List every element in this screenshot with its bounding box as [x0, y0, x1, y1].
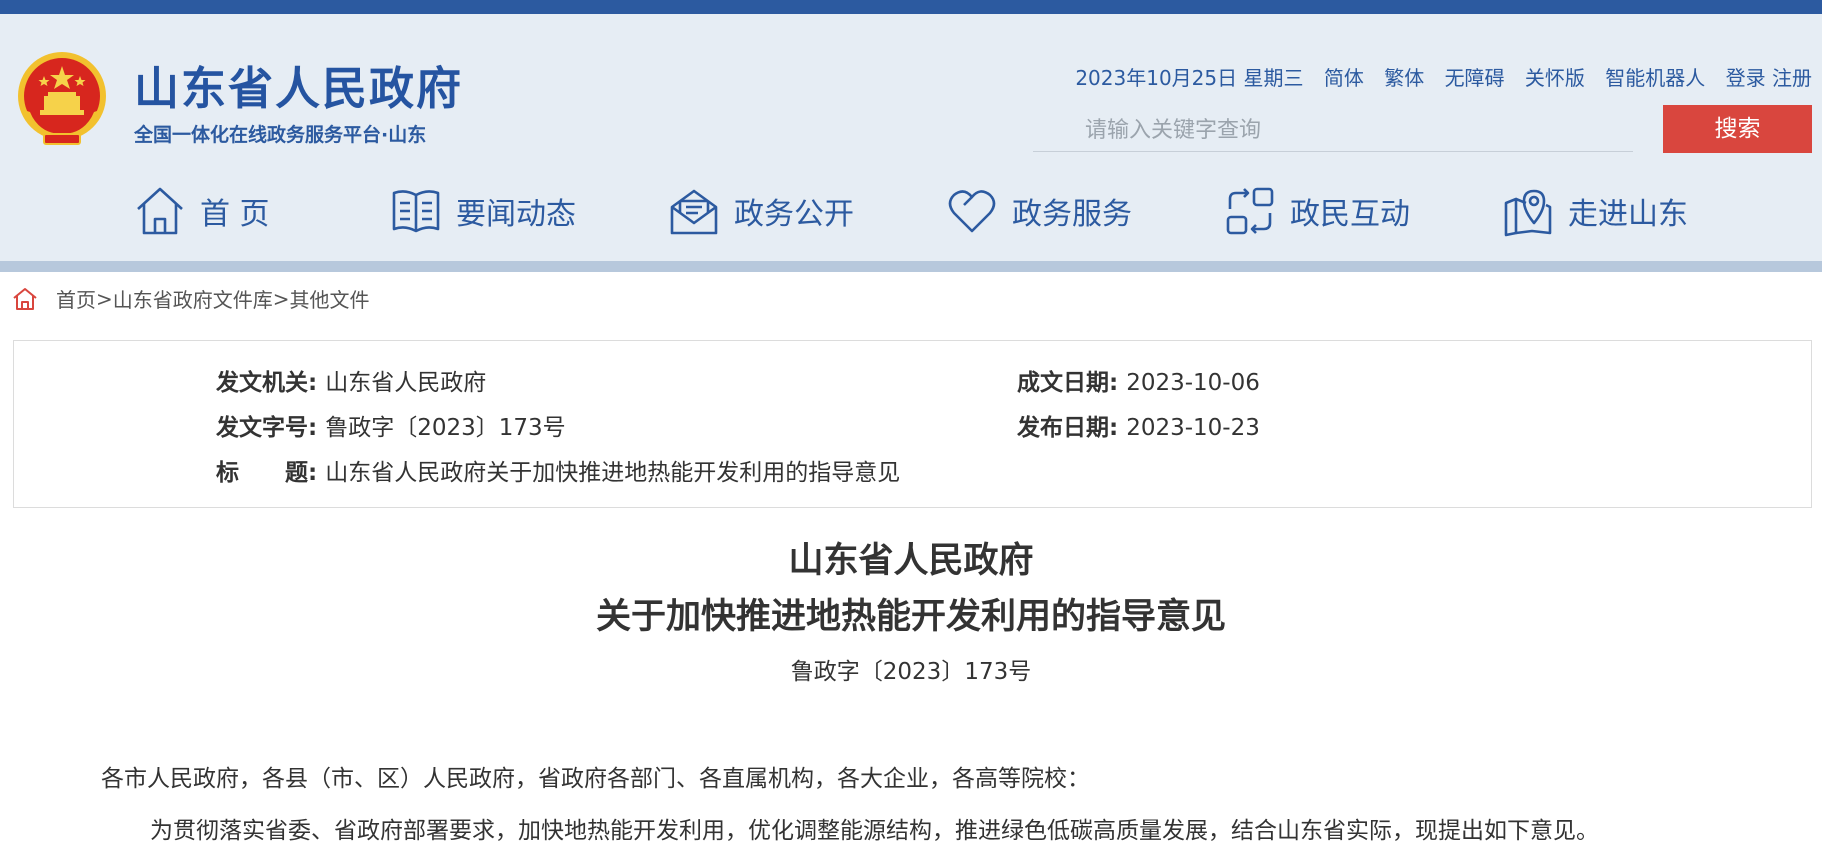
home-icon[interactable]: [12, 286, 38, 312]
nav-gov-affairs[interactable]: 政务公开: [668, 183, 854, 239]
title-label: 标 题:: [216, 460, 318, 486]
top-links: 2023年10月25日 星期三 简体 繁体 无障碍 关怀版 智能机器人 登录 注…: [1075, 62, 1812, 91]
simplified-chinese-link[interactable]: 简体: [1324, 66, 1364, 90]
nav-gov-affairs-label: 政务公开: [734, 197, 854, 232]
nav-interaction[interactable]: 政民互动: [1224, 183, 1410, 239]
nav-about-shandong-label: 走进山东: [1568, 197, 1688, 232]
breadcrumb-separator: >: [272, 286, 290, 311]
main-nav: 首 页 要闻动态 政务公开 政务服务 政民互动 走进山东: [0, 161, 1822, 261]
publish-date-value: 2023-10-23: [1126, 415, 1260, 441]
breadcrumb-home[interactable]: 首页: [56, 284, 96, 313]
login-register-link[interactable]: 登录 注册: [1726, 66, 1812, 90]
heart-icon: [948, 190, 996, 233]
doc-number-label: 发文字号:: [216, 415, 318, 441]
nav-divider: [0, 261, 1822, 272]
info-doc-number: 发文字号: 鲁政字〔2023〕173号: [216, 408, 566, 442]
document-info-box: 发文机关: 山东省人民政府 发文字号: 鲁政字〔2023〕173号 标 题: 山东省人…: [13, 340, 1812, 508]
issuer-value: 山东省人民政府: [325, 370, 487, 396]
info-written-date: 成文日期: 2023-10-06: [1017, 363, 1260, 397]
smart-robot-link[interactable]: 智能机器人: [1605, 66, 1705, 90]
issuer-label: 发文机关:: [216, 370, 318, 396]
accessibility-link[interactable]: 无障碍: [1445, 66, 1505, 90]
breadcrumb-library[interactable]: 山东省政府文件库: [113, 284, 273, 313]
nav-home-label: 首 页: [200, 197, 270, 232]
search-input[interactable]: [1033, 110, 1633, 151]
nav-news-label: 要闻动态: [456, 197, 576, 232]
paragraph-1: 为贯彻落实省委、省政府部署要求，加快地热能开发利用，优化调整能源结构，推进绿色低…: [150, 818, 1599, 844]
document-title-line2: 关于加快推进地热能开发利用的指导意见: [595, 597, 1226, 637]
book-icon: [392, 190, 440, 233]
nav-about-shandong[interactable]: 走进山东: [1502, 183, 1688, 239]
top-accent-bar: [0, 0, 1822, 14]
nav-news[interactable]: 要闻动态: [390, 183, 576, 239]
info-title: 标 题: 山东省人民政府关于加快推进地热能开发利用的指导意见: [216, 453, 900, 487]
info-publish-date: 发布日期: 2023-10-23: [1017, 408, 1260, 442]
search-button[interactable]: 搜索: [1663, 105, 1812, 153]
map-pin-icon: [1504, 189, 1552, 237]
site-header: 山东省人民政府 全国一体化在线政务服务平台·山东 2023年10月25日 星期三…: [0, 14, 1822, 161]
envelope-icon: [670, 189, 718, 235]
salutation: 各市人民政府，各县（市、区）人民政府，省政府各部门、各直属机构，各大企业，各高等…: [101, 766, 1090, 792]
nav-interaction-label: 政民互动: [1290, 197, 1410, 232]
site-title[interactable]: 山东省人民政府: [134, 52, 463, 117]
document-number: 鲁政字〔2023〕173号: [790, 659, 1032, 685]
interaction-icon: [1226, 187, 1274, 235]
care-mode-link[interactable]: 关怀版: [1525, 66, 1585, 90]
written-date-label: 成文日期:: [1017, 370, 1119, 396]
traditional-chinese-link[interactable]: 繁体: [1384, 66, 1424, 90]
national-emblem-icon[interactable]: [14, 50, 110, 148]
home-icon: [137, 187, 183, 235]
nav-gov-services[interactable]: 政务服务: [946, 183, 1132, 239]
nav-home[interactable]: 首 页: [134, 183, 270, 239]
written-date-value: 2023-10-06: [1126, 370, 1260, 396]
breadcrumb-current[interactable]: 其他文件: [290, 284, 370, 313]
breadcrumb-separator: >: [96, 286, 113, 311]
publish-date-label: 发布日期:: [1017, 415, 1119, 441]
site-subtitle: 全国一体化在线政务服务平台·山东: [134, 124, 427, 146]
info-issuer: 发文机关: 山东省人民政府: [216, 363, 486, 397]
document-title-line1: 山东省人民政府: [788, 541, 1034, 581]
nav-gov-services-label: 政务服务: [1012, 197, 1132, 232]
title-value: 山东省人民政府关于加快推进地热能开发利用的指导意见: [325, 460, 901, 486]
doc-number-value: 鲁政字〔2023〕173号: [325, 415, 566, 441]
current-date: 2023年10月25日 星期三: [1075, 66, 1304, 90]
search-box: [1033, 110, 1633, 152]
breadcrumb: 首页 > 山东省政府文件库 > 其他文件: [12, 284, 370, 313]
